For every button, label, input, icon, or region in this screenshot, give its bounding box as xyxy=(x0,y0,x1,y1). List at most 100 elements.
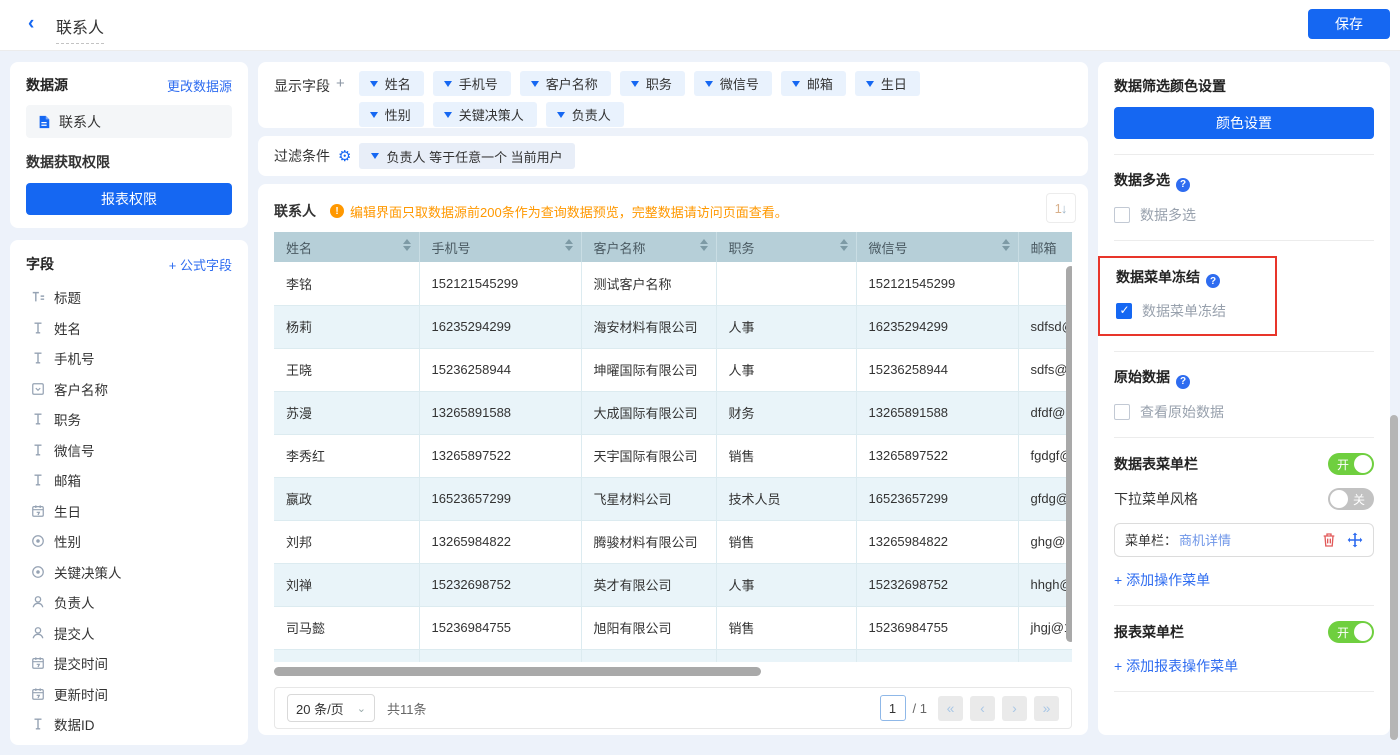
field-item[interactable]: 提交时间 xyxy=(26,648,232,679)
table-horizontal-scrollbar[interactable] xyxy=(274,667,761,676)
trash-icon[interactable] xyxy=(1321,532,1337,548)
display-field-chip[interactable]: 职务 xyxy=(620,71,685,96)
display-fields-panel: 显示字段 + 姓名手机号客户名称职务微信号邮箱生日性别关键决策人负责人 xyxy=(258,62,1088,128)
display-field-chip[interactable]: 关键决策人 xyxy=(433,102,537,127)
sort-arrows-icon[interactable] xyxy=(1002,239,1010,251)
display-field-chip[interactable]: 姓名 xyxy=(359,71,424,96)
sort-arrows-icon[interactable] xyxy=(403,239,411,251)
prev-page-icon[interactable]: ‹ xyxy=(970,696,995,721)
field-item[interactable]: 负责人 xyxy=(26,587,232,618)
help-icon[interactable]: ? xyxy=(1176,375,1190,389)
field-item[interactable]: 数据ID xyxy=(26,709,232,740)
sort-order-icon[interactable]: 1↓ xyxy=(1046,193,1076,223)
color-settings-button[interactable]: 颜色设置 xyxy=(1114,107,1374,139)
field-item[interactable]: 职务 xyxy=(26,404,232,435)
text-icon xyxy=(30,412,45,427)
field-item[interactable]: 邮箱 xyxy=(26,465,232,496)
menu-item-row[interactable]: 菜单栏： 商机详情 xyxy=(1114,523,1374,557)
field-list: 标题姓名手机号客户名称职务微信号邮箱生日性别关键决策人负责人提交人提交时间更新时… xyxy=(26,282,232,740)
sort-arrows-icon[interactable] xyxy=(840,239,848,251)
display-field-chip[interactable]: 微信号 xyxy=(694,71,772,96)
freeze-checkbox-label: 数据菜单冻结 xyxy=(1142,301,1226,321)
caret-down-icon xyxy=(531,81,539,87)
table-row[interactable]: 王晓15236258944坤曜国际有限公司人事15236258944sdfs@1 xyxy=(274,348,1072,391)
datasource-item[interactable]: 联系人 xyxy=(26,105,232,138)
field-label: 负责人 xyxy=(54,592,95,612)
table-vertical-scrollbar[interactable] xyxy=(1066,266,1072,642)
column-header[interactable]: 微信号 xyxy=(856,232,1018,262)
report-menu-toggle[interactable]: 开 xyxy=(1328,621,1374,643)
change-datasource-link[interactable]: 更改数据源 xyxy=(167,76,232,95)
first-page-icon[interactable]: « xyxy=(938,696,963,721)
field-item[interactable]: 关键决策人 xyxy=(26,557,232,588)
display-field-chip[interactable]: 客户名称 xyxy=(520,71,611,96)
chevron-down-icon: ⌄ xyxy=(357,702,366,715)
table-row[interactable]: 苏漫13265891588大成国际有限公司财务13265891588dfdf@1 xyxy=(274,391,1072,434)
field-item[interactable]: 手机号 xyxy=(26,343,232,374)
table-row[interactable]: 司马懿15236984755旭阳有限公司销售15236984755jhgj@16 xyxy=(274,606,1072,649)
table-row[interactable]: 李铭152121545299测试客户名称152121545299 xyxy=(274,262,1072,305)
field-item[interactable]: 标题 xyxy=(26,282,232,313)
display-field-chip[interactable]: 负责人 xyxy=(546,102,624,127)
table-cell: 嬴政 xyxy=(274,477,419,520)
table-cell: 技术人员 xyxy=(716,477,856,520)
table-menu-toggle[interactable]: 开 xyxy=(1328,453,1374,475)
table-row[interactable]: 刘邦13265984822腾骏材料有限公司销售13265984822ghg@16 xyxy=(274,520,1072,563)
add-display-field-icon[interactable]: + xyxy=(336,75,345,119)
add-action-menu-link[interactable]: + 添加操作菜单 xyxy=(1114,570,1374,590)
column-header[interactable]: 手机号 xyxy=(419,232,581,262)
table-row[interactable]: 刘禅15232698752英才有限公司人事15232698752hhgh@ xyxy=(274,563,1072,606)
help-icon[interactable]: ? xyxy=(1176,178,1190,192)
display-field-chip[interactable]: 生日 xyxy=(855,71,920,96)
add-formula-field-link[interactable]: + 公式字段 xyxy=(169,255,232,274)
display-field-chip[interactable]: 手机号 xyxy=(433,71,511,96)
table-row[interactable]: 李秀红13265897522天宇国际有限公司销售13265897522fgdgf… xyxy=(274,434,1072,477)
sort-arrows-icon[interactable] xyxy=(700,239,708,251)
page-size-select[interactable]: 20 条/页 ⌄ xyxy=(287,694,375,722)
page-number-input[interactable]: 1 xyxy=(880,695,906,721)
save-button[interactable]: 保存 xyxy=(1308,9,1390,39)
column-header[interactable]: 姓名 xyxy=(274,232,419,262)
table-row[interactable]: 杨莉16235294299海安材料有限公司人事16235294299sdfsd@ xyxy=(274,305,1072,348)
report-menu-section: 报表菜单栏 开 + 添加报表操作菜单 xyxy=(1114,621,1374,676)
field-item[interactable]: 提交人 xyxy=(26,618,232,649)
radio-icon xyxy=(30,534,45,549)
table-title: 联系人 xyxy=(274,201,316,221)
gear-icon[interactable]: ⚙ xyxy=(338,147,351,165)
multiselect-checkbox[interactable] xyxy=(1114,207,1130,223)
field-item[interactable]: 生日 xyxy=(26,496,232,527)
back-icon[interactable]: ‹ xyxy=(28,13,34,35)
display-field-chip[interactable]: 性别 xyxy=(359,102,424,127)
table-cell: 15236984755 xyxy=(419,606,581,649)
add-report-menu-link[interactable]: + 添加报表操作菜单 xyxy=(1114,656,1374,676)
calendar-icon xyxy=(30,656,45,671)
sort-arrows-icon[interactable] xyxy=(565,239,573,251)
last-page-icon[interactable]: » xyxy=(1034,696,1059,721)
display-field-chip[interactable]: 邮箱 xyxy=(781,71,846,96)
field-item[interactable]: 更新时间 xyxy=(26,679,232,710)
column-header[interactable]: 邮箱 xyxy=(1018,232,1072,262)
caret-down-icon xyxy=(371,153,379,159)
freeze-checkbox[interactable] xyxy=(1116,303,1132,319)
table-cell: 13265897522 xyxy=(419,434,581,477)
table-row[interactable]: 嬴政16523657299飞星材料公司技术人员16523657299gfdg@1 xyxy=(274,477,1072,520)
table-cell: 杨莉 xyxy=(274,305,419,348)
field-label: 提交人 xyxy=(54,623,95,643)
field-item[interactable]: 姓名 xyxy=(26,313,232,344)
display-fields-label: 显示字段 xyxy=(274,76,330,119)
dropdown-style-toggle[interactable]: 关 xyxy=(1328,488,1374,510)
field-item[interactable]: 性别 xyxy=(26,526,232,557)
move-icon[interactable] xyxy=(1347,532,1363,548)
table-cell: fgdgf@ xyxy=(1018,434,1072,477)
report-permission-button[interactable]: 报表权限 xyxy=(26,183,232,215)
field-label: 性别 xyxy=(54,531,81,551)
next-page-icon[interactable]: › xyxy=(1002,696,1027,721)
help-icon[interactable]: ? xyxy=(1206,274,1220,288)
field-item[interactable]: 微信号 xyxy=(26,435,232,466)
filter-condition-chip[interactable]: 负责人 等于任意一个 当前用户 xyxy=(359,143,574,169)
column-header[interactable]: 职务 xyxy=(716,232,856,262)
field-item[interactable]: 客户名称 xyxy=(26,374,232,405)
page-vertical-scrollbar[interactable] xyxy=(1390,415,1398,740)
raw-data-checkbox[interactable] xyxy=(1114,404,1130,420)
column-header[interactable]: 客户名称 xyxy=(581,232,716,262)
